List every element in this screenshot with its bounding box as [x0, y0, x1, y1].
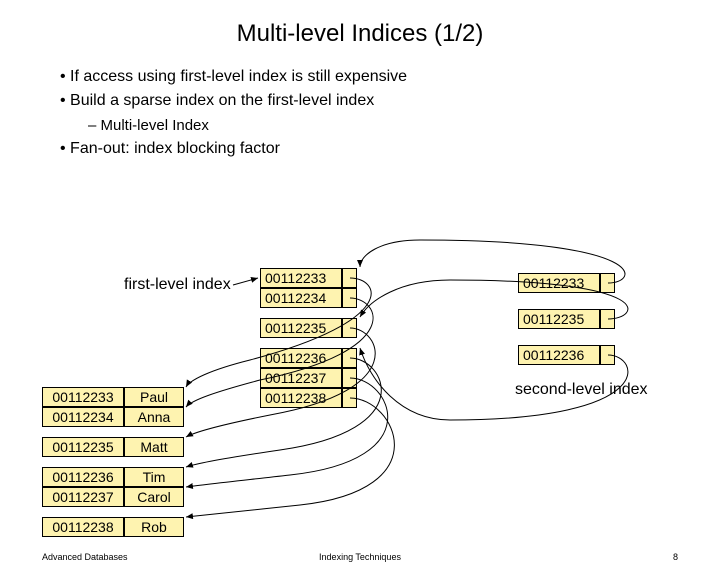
- dr-val-5: Rob: [124, 517, 184, 537]
- dr-val-0: Paul: [124, 387, 184, 407]
- dr-key-5: 00112238: [42, 517, 124, 537]
- fl-key-4: 00112237: [260, 368, 342, 388]
- fl-ptr-1: [342, 288, 357, 308]
- fl-ptr-2: [342, 318, 357, 338]
- fl-ptr-5: [342, 388, 357, 408]
- fl-ptr-3: [342, 348, 357, 368]
- fl-key-2: 00112235: [260, 318, 342, 338]
- dr-key-2: 00112235: [42, 437, 124, 457]
- bullet-2: Build a sparse index on the first-level …: [60, 90, 720, 112]
- dr-val-3: Tim: [124, 467, 184, 487]
- bullet-2a: Multi-level Index: [88, 115, 720, 136]
- slide-title: Multi-level Indices (1/2): [0, 20, 720, 48]
- first-level-label: first-level index: [124, 276, 231, 294]
- dr-val-4: Carol: [124, 487, 184, 507]
- fl-ptr-4: [342, 368, 357, 388]
- footer-mid: Indexing Techniques: [0, 552, 720, 562]
- dr-key-1: 00112234: [42, 407, 124, 427]
- sl-key-0: 00112233: [518, 273, 600, 293]
- dr-key-0: 00112233: [42, 387, 124, 407]
- sl-ptr-2: [600, 345, 615, 365]
- sl-ptr-1: [600, 309, 615, 329]
- dr-val-1: Anna: [124, 407, 184, 427]
- dr-key-4: 00112237: [42, 487, 124, 507]
- bullet-list: If access using first-level index is sti…: [60, 66, 720, 160]
- dr-key-3: 00112236: [42, 467, 124, 487]
- fl-ptr-0: [342, 268, 357, 288]
- sl-key-2: 00112236: [518, 345, 600, 365]
- bullet-3: Fan-out: index blocking factor: [60, 138, 720, 160]
- sl-key-1: 00112235: [518, 309, 600, 329]
- footer-page-number: 8: [673, 552, 678, 562]
- bullet-1: If access using first-level index is sti…: [60, 66, 720, 88]
- dr-val-2: Matt: [124, 437, 184, 457]
- fl-key-5: 00112238: [260, 388, 342, 408]
- sl-ptr-0: [600, 273, 615, 293]
- second-level-label: second-level index: [515, 381, 648, 399]
- fl-key-0: 00112233: [260, 268, 342, 288]
- fl-key-3: 00112236: [260, 348, 342, 368]
- fl-key-1: 00112234: [260, 288, 342, 308]
